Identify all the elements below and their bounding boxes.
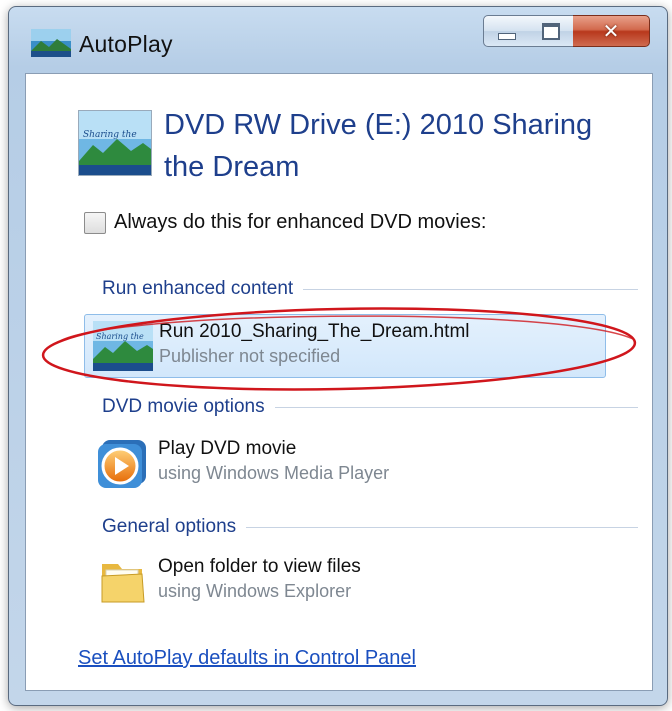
autoplay-app-icon (31, 29, 71, 57)
control-panel-link[interactable]: Set AutoPlay defaults in Control Panel (78, 647, 416, 670)
group-header-run-enhanced: Run enhanced content (102, 278, 638, 300)
group-header-label: Run enhanced content (102, 278, 294, 299)
media-player-icon (98, 440, 146, 488)
title-bar[interactable]: AutoPlay ✕ (9, 7, 667, 73)
autoplay-content: Sharing the DVD RW Drive (E:) 2010 Shari… (25, 73, 653, 691)
option-secondary-label: Publisher not specified (159, 346, 341, 366)
maximize-icon (542, 22, 560, 40)
group-header-general: General options (102, 516, 638, 538)
option-run-html[interactable]: Sharing the Run 2010_Sharing_The_Dream.h… (84, 314, 606, 378)
option-secondary-label: using Windows Explorer (158, 581, 352, 601)
minimize-icon (498, 32, 516, 40)
group-header-label: General options (102, 516, 237, 537)
always-checkbox[interactable] (84, 212, 106, 234)
group-header-label: DVD movie options (102, 396, 265, 417)
option-open-folder[interactable]: Open folder to view files using Windows … (84, 550, 604, 612)
maximize-button[interactable] (529, 15, 574, 47)
icon-caption: Sharing the (83, 130, 137, 140)
group-divider (274, 406, 638, 408)
option-play-dvd[interactable]: Play DVD movie using Windows Media Playe… (84, 432, 604, 494)
folder-icon (101, 564, 145, 603)
group-divider (303, 288, 638, 290)
close-button[interactable]: ✕ (573, 15, 650, 47)
dvd-disc-icon: Sharing the (78, 110, 152, 176)
close-icon: ✕ (602, 19, 620, 43)
svg-text:Sharing the: Sharing the (96, 332, 144, 341)
autoplay-window: AutoPlay ✕ Sharing the DVD RW Drive (E:)… (8, 6, 668, 706)
option-secondary-label: using Windows Media Player (158, 463, 390, 483)
always-checkbox-label[interactable]: Always do this for enhanced DVD movies: (114, 211, 486, 234)
group-header-dvd-movie: DVD movie options (102, 396, 638, 418)
option-primary-label: Play DVD movie (158, 438, 297, 459)
minimize-button[interactable] (483, 15, 531, 47)
sharing-the-dream-icon: Sharing the (93, 321, 153, 371)
group-divider (246, 526, 638, 528)
device-title: DVD RW Drive (E:) 2010 Sharing the Dream (164, 109, 593, 183)
option-primary-label: Open folder to view files (158, 556, 361, 577)
option-primary-label: Run 2010_Sharing_The_Dream.html (159, 321, 470, 342)
window-title: AutoPlay (79, 31, 173, 57)
